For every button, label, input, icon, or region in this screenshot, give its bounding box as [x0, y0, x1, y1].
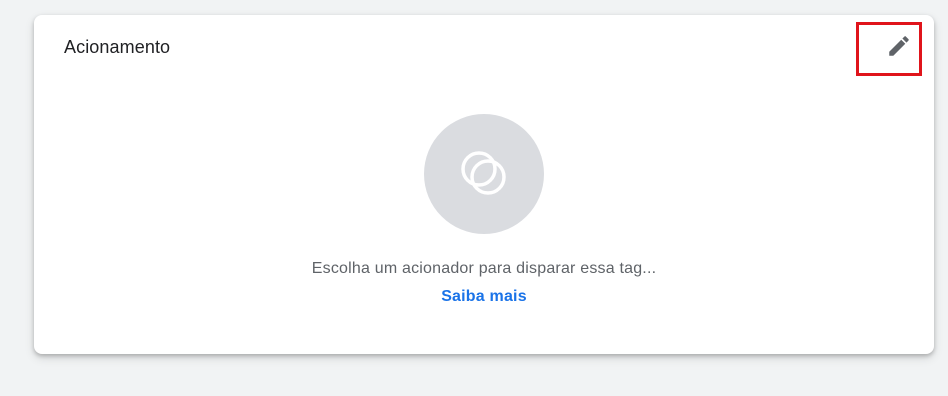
learn-more-link[interactable]: Saiba mais: [441, 288, 527, 306]
trigger-placeholder-circle: [424, 114, 544, 234]
overlapping-circles-icon: [461, 151, 506, 195]
empty-state: Escolha um acionador para disparar essa …: [34, 114, 934, 306]
pencil-icon: [889, 36, 909, 56]
trigger-card: Acionamento Escolha um acionador para di…: [34, 15, 934, 354]
card-title: Acionamento: [64, 37, 171, 57]
empty-state-message: Escolha um acionador para disparar essa …: [311, 260, 657, 277]
edit-button[interactable]: [856, 22, 922, 76]
